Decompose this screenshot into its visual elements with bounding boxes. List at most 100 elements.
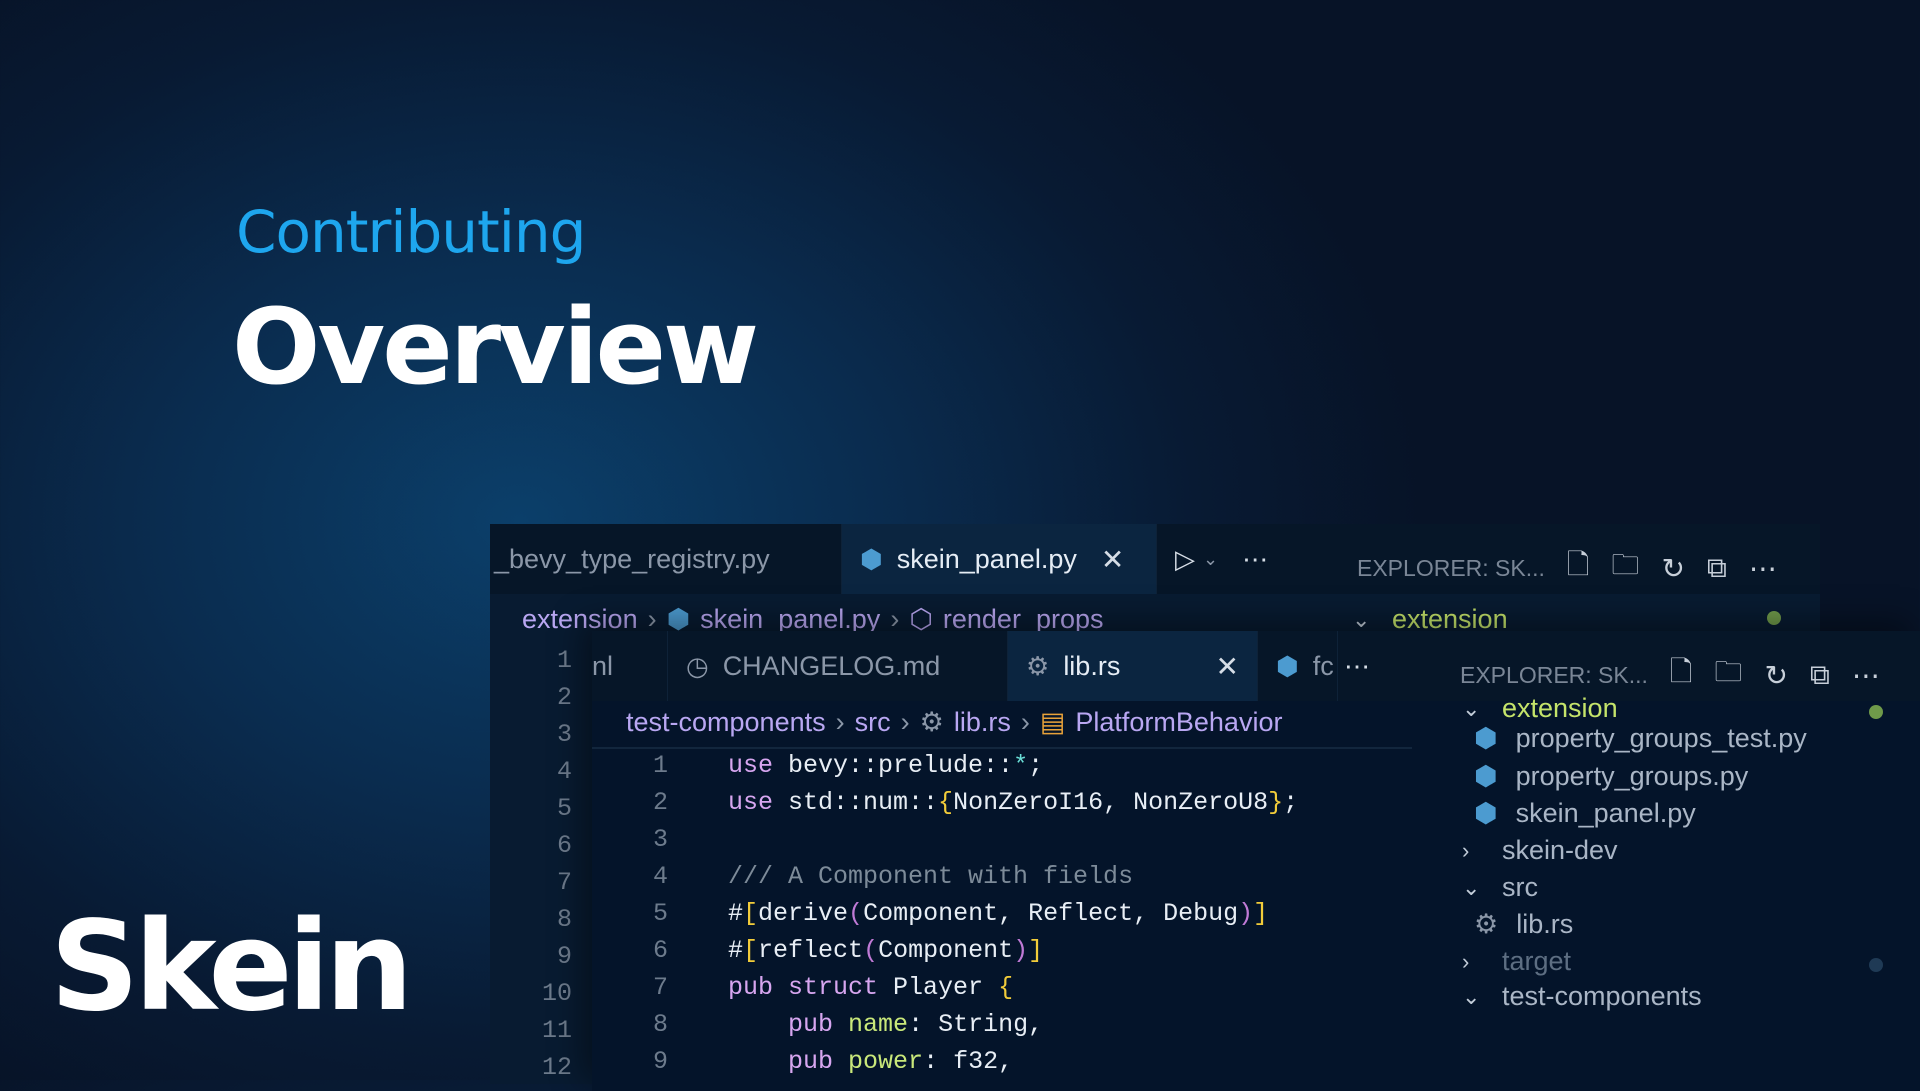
rust-icon: ⚙: [1474, 909, 1499, 939]
explorer-item-label: extension: [1502, 693, 1618, 723]
line-number: 4: [556, 757, 572, 786]
code-editor[interactable]: use bevy::prelude::*; use std::num::{NonZ…: [728, 747, 1298, 1080]
explorer-item-skein-dev[interactable]: › skein-dev: [1462, 835, 1618, 866]
line-number: 2: [556, 683, 572, 712]
new-folder-icon[interactable]: 🗀: [1714, 651, 1742, 699]
tab-label: lib.rs: [1063, 650, 1121, 681]
close-icon[interactable]: ✕: [1216, 650, 1239, 683]
tab-label: skein_panel.py: [896, 543, 1077, 574]
explorer-item-label: skein_panel.py: [1515, 798, 1696, 828]
line-number: 3: [652, 825, 668, 854]
more-icon[interactable]: ⋯: [1344, 651, 1370, 682]
python-icon: ⬢: [1276, 650, 1299, 681]
breadcrumb-item[interactable]: PlatformBehavior: [1075, 707, 1282, 738]
line-numbers: 1 2 3 4 5 6 7 8 9: [632, 747, 668, 1080]
explorer-item-label: lib.rs: [1516, 909, 1574, 939]
explorer-item-label: property_groups_test.py: [1515, 723, 1807, 753]
new-file-icon[interactable]: 🗋: [1670, 651, 1693, 699]
chevron-right-icon: ›: [900, 707, 910, 737]
line-number: 1: [652, 751, 668, 780]
explorer-item-label: skein-dev: [1502, 835, 1618, 865]
explorer-item-skein-panel-py[interactable]: ⬢ skein_panel.py: [1474, 798, 1696, 829]
section-subtitle: Contributing: [236, 198, 586, 266]
code-line[interactable]: use bevy::prelude::*;: [728, 747, 1298, 784]
tab-skein-panel[interactable]: ⬢ skein_panel.py ✕: [842, 524, 1157, 594]
tab-fc[interactable]: ⬢ fc: [1258, 631, 1338, 701]
tab-changelog[interactable]: ◷ CHANGELOG.md: [668, 631, 1008, 701]
code-line[interactable]: use std::num::{NonZeroI16, NonZeroU8};: [728, 784, 1298, 821]
explorer-item-extension[interactable]: ⌄ extension: [1462, 693, 1618, 724]
explorer-item-label: target: [1502, 946, 1572, 976]
status-dot: [1869, 705, 1883, 719]
chevron-down-icon: ⌄: [1352, 606, 1371, 632]
new-folder-icon[interactable]: 🗀: [1611, 544, 1639, 592]
explorer-item-property-groups-py[interactable]: ⬢ property_groups.py: [1474, 761, 1748, 792]
tab-partial[interactable]: nl: [592, 631, 668, 701]
tab-label: fc: [1312, 650, 1334, 681]
line-number: 7: [556, 868, 572, 897]
rust-icon: ⚙: [919, 707, 944, 737]
tab-label: nl: [592, 650, 614, 681]
breadcrumb-item[interactable]: lib.rs: [954, 707, 1011, 738]
line-number: 1: [556, 646, 572, 675]
explorer-item-src[interactable]: ⌄ src: [1462, 872, 1538, 903]
code-line[interactable]: pub struct Player {: [728, 969, 1298, 1006]
tab-lib-rs[interactable]: ⚙ lib.rs ✕: [1008, 631, 1258, 701]
line-number: 9: [556, 942, 572, 971]
chevron-right-icon: ›: [1462, 948, 1470, 974]
new-file-icon[interactable]: 🗋: [1567, 544, 1590, 592]
struct-icon: ▤: [1039, 707, 1066, 737]
chevron-down-icon: ⌄: [1462, 695, 1481, 721]
run-icon[interactable]: ▷: [1175, 544, 1195, 575]
code-line[interactable]: /// A Component with fields: [728, 858, 1298, 895]
tab-bar: nl ◷ CHANGELOG.md ⚙ lib.rs ✕ ⬢ fc ⋯ EXPLORER…: [592, 631, 1920, 701]
line-number: 5: [652, 899, 668, 928]
collapse-icon[interactable]: ⧉: [1707, 552, 1727, 585]
code-line[interactable]: #[derive(Component, Reflect, Debug)]: [728, 895, 1298, 932]
line-number: 11: [541, 1016, 572, 1045]
code-line[interactable]: pub power: f32,: [728, 1043, 1298, 1080]
code-line[interactable]: #[reflect(Component)]: [728, 932, 1298, 969]
line-numbers: 1 2 3 4 5 6 7 8 9 10 11 12: [530, 642, 572, 1086]
more-icon[interactable]: ⋯: [1852, 659, 1880, 692]
line-number: 5: [556, 794, 572, 823]
more-icon[interactable]: ⋯: [1749, 552, 1777, 585]
line-number: 8: [652, 1010, 668, 1039]
skein-logo: Skein: [50, 895, 413, 1039]
python-icon: ⬢: [1474, 761, 1498, 791]
rust-icon: ⚙: [1026, 650, 1050, 681]
explorer-header: EXPLORER: SK... 🗋 🗀 ↻ ⧉ ⋯: [1460, 651, 1880, 699]
line-number: 6: [556, 831, 572, 860]
explorer-title: EXPLORER: SK...: [1357, 554, 1545, 581]
code-line[interactable]: [728, 821, 1298, 858]
clock-icon: ◷: [686, 650, 709, 681]
more-icon[interactable]: ⋯: [1242, 544, 1268, 575]
code-line[interactable]: pub name: String,: [728, 1006, 1298, 1043]
chevron-right-icon: ›: [835, 707, 845, 737]
chevron-right-icon: ›: [1020, 707, 1030, 737]
line-number: 10: [541, 979, 572, 1008]
close-icon[interactable]: ✕: [1101, 543, 1124, 576]
tab-label: _bevy_type_registry.py: [494, 543, 770, 574]
explorer-item-target[interactable]: › target: [1462, 946, 1571, 977]
breadcrumb-item[interactable]: src: [855, 707, 891, 738]
tab-bevy-type-registry[interactable]: _bevy_type_registry.py: [490, 524, 842, 594]
tab-bar: _bevy_type_registry.py ⬢ skein_panel.py …: [490, 524, 1820, 594]
line-number: 6: [652, 936, 668, 965]
refresh-icon[interactable]: ↻: [1764, 659, 1787, 692]
collapse-icon[interactable]: ⧉: [1810, 659, 1830, 692]
breadcrumb-item[interactable]: test-components: [626, 707, 826, 738]
explorer-item-property-groups-test-py[interactable]: ⬢ property_groups_test.py: [1474, 723, 1807, 754]
refresh-icon[interactable]: ↻: [1661, 552, 1684, 585]
explorer-item-test-components[interactable]: ⌄ test-components: [1462, 981, 1702, 1012]
status-dot: [1869, 958, 1883, 972]
editor-window-front: nl ◷ CHANGELOG.md ⚙ lib.rs ✕ ⬢ fc ⋯ EXPLORER…: [592, 631, 1920, 1091]
explorer-item-label: src: [1502, 872, 1538, 902]
python-icon: ⬢: [1474, 723, 1498, 753]
chevron-down-icon: ⌄: [1462, 874, 1481, 900]
chevron-down-icon[interactable]: ⌄: [1203, 549, 1218, 570]
tab-label: CHANGELOG.md: [722, 650, 941, 681]
explorer-item-lib-rs[interactable]: ⚙ lib.rs: [1474, 909, 1573, 940]
explorer-item-label: test-components: [1502, 981, 1702, 1011]
status-dot: [1767, 611, 1781, 625]
